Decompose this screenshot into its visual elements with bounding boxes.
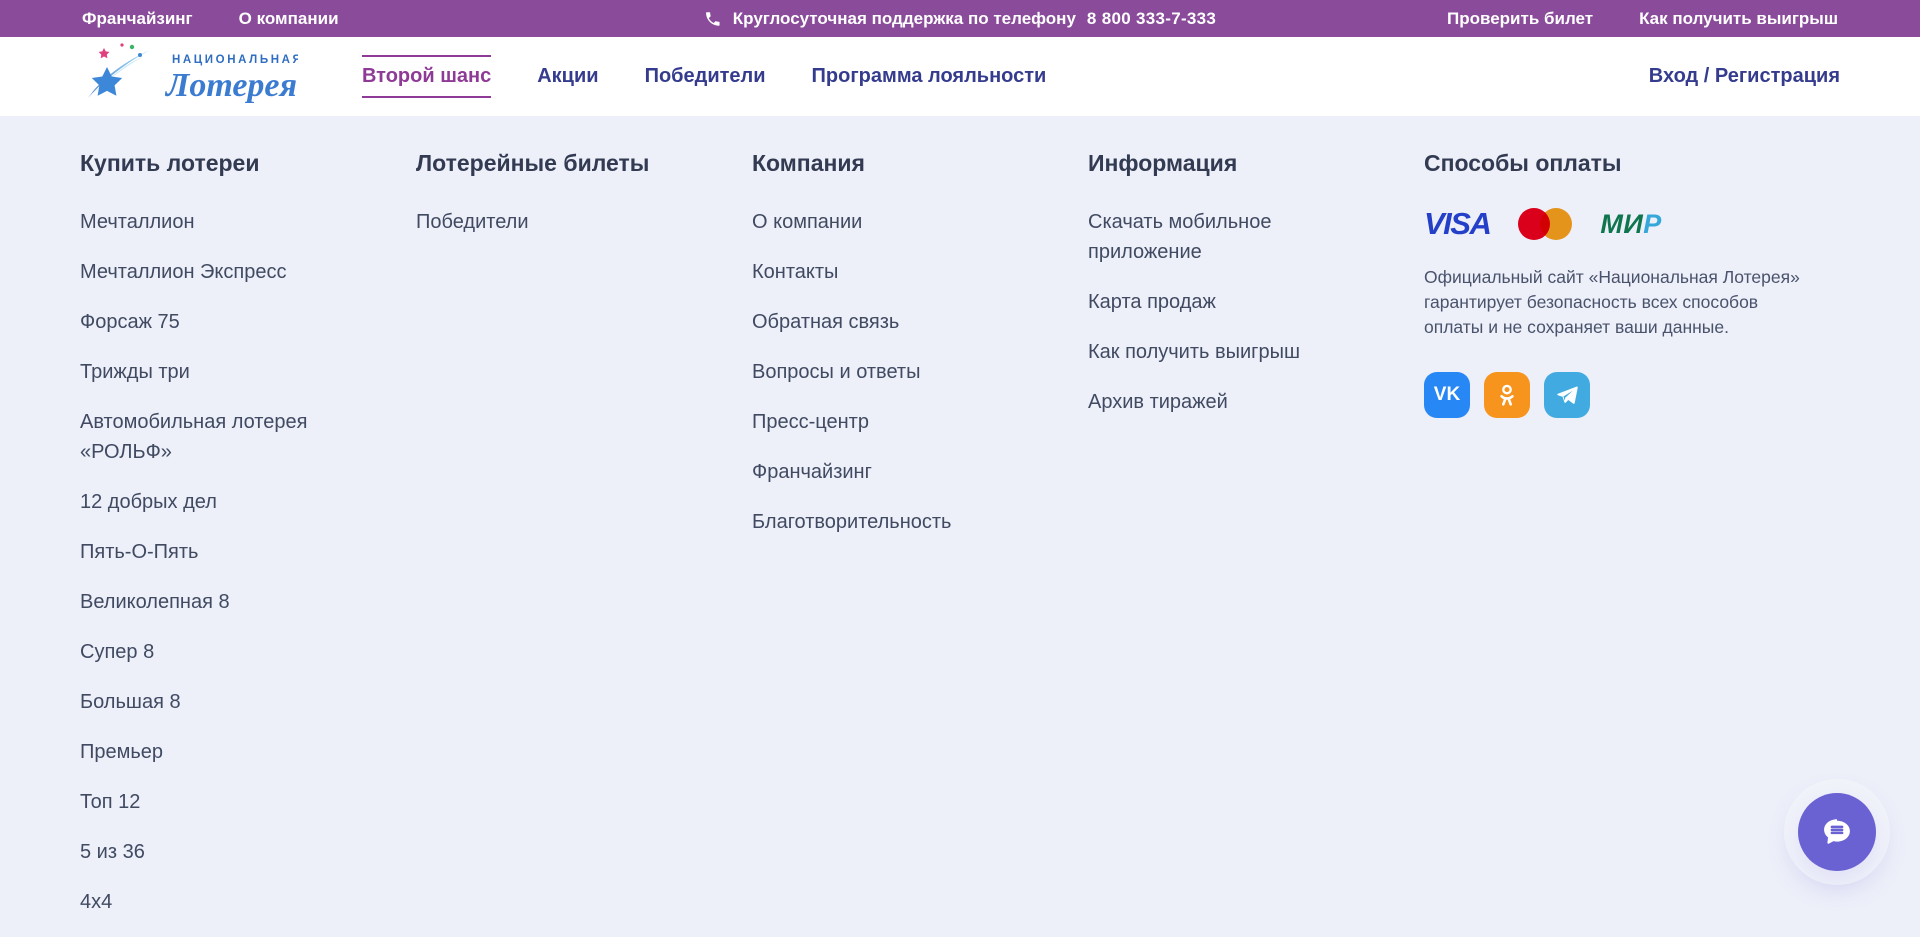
footer-column-buy: Купить лотереи Мечталлион Мечталлион Эксп… xyxy=(80,150,416,937)
nav-link[interactable]: Победители xyxy=(645,55,766,98)
chat-fab-button[interactable] xyxy=(1798,793,1876,871)
footer-link[interactable]: Скачать мобильное приложение xyxy=(1088,207,1380,267)
footer-link[interactable]: Обратная связь xyxy=(752,307,1044,337)
mastercard-logo xyxy=(1518,208,1572,240)
visa-logo: VISA xyxy=(1424,206,1490,242)
footer-link[interactable]: Франчайзинг xyxy=(752,457,1044,487)
phone-icon xyxy=(704,10,722,28)
logo-text-script: Лотерея xyxy=(164,67,297,104)
footer-link[interactable]: Трижды три xyxy=(80,357,372,387)
topbar-link[interactable]: Франчайзинг xyxy=(82,9,193,29)
login-register-link[interactable]: Вход / Регистрация xyxy=(1649,65,1840,88)
footer-link[interactable]: Вопросы и ответы xyxy=(752,357,1044,387)
footer-column-title: Купить лотереи xyxy=(80,150,416,177)
footer-mega-menu: Купить лотереи Мечталлион Мечталлион Эксп… xyxy=(0,116,1920,937)
vk-icon[interactable]: VK xyxy=(1424,372,1470,418)
chat-bubble-icon xyxy=(1819,814,1855,850)
footer-link[interactable]: Автомобильная лотерея «РОЛЬФ» xyxy=(80,407,372,467)
top-bar: Франчайзинг О компании Круглосуточная под… xyxy=(0,0,1920,37)
topbar-link[interactable]: Проверить билет xyxy=(1447,9,1593,29)
support-phone-number[interactable]: 8 800 333-7-333 xyxy=(1087,9,1216,29)
topbar-link[interactable]: О компании xyxy=(239,9,339,29)
footer-column-company: Компания О компании Контакты Обратная связ… xyxy=(752,150,1088,557)
support-block: Круглосуточная поддержка по телефону 8 8… xyxy=(704,9,1216,29)
footer-column-title: Информация xyxy=(1088,150,1424,177)
support-text: Круглосуточная поддержка по телефону xyxy=(733,9,1076,29)
footer-link[interactable]: Контакты xyxy=(752,257,1044,287)
footer-link[interactable]: Большая 8 xyxy=(80,687,372,717)
social-links: VK xyxy=(1424,372,1840,418)
topbar-left-links: Франчайзинг О компании xyxy=(82,9,339,29)
comet-icon xyxy=(88,43,150,98)
logo[interactable]: НАЦИОНАЛЬНАЯ Лотерея xyxy=(80,42,298,111)
footer-link[interactable]: Архив тиражей xyxy=(1088,387,1380,417)
site-header: НАЦИОНАЛЬНАЯ Лотерея Второй шанс Акции Поб… xyxy=(0,37,1920,116)
nav-link[interactable]: Программа лояльности xyxy=(812,55,1047,98)
footer-link[interactable]: Мечталлион xyxy=(80,207,372,237)
footer-link[interactable]: Как получить выигрыш xyxy=(1088,337,1380,367)
footer-link[interactable]: Пресс-центр xyxy=(752,407,1044,437)
footer-link[interactable]: Победители xyxy=(416,207,708,237)
footer-column-title: Лотерейные билеты xyxy=(416,150,752,177)
footer-link[interactable]: Пять-О-Пять xyxy=(80,537,372,567)
main-nav: Второй шанс Акции Победители Программа лоял… xyxy=(362,55,1046,98)
mir-logo: МИР xyxy=(1600,209,1661,240)
ok-icon[interactable] xyxy=(1484,372,1530,418)
footer-link[interactable]: Карта продаж xyxy=(1088,287,1380,317)
topbar-link[interactable]: Как получить выигрыш xyxy=(1639,9,1838,29)
payments-disclaimer: Официальный сайт «Национальная Лотерея» … xyxy=(1424,265,1806,340)
nav-link[interactable]: Второй шанс xyxy=(362,55,491,98)
payment-logos: VISA МИР xyxy=(1424,207,1840,241)
logo-text-top: НАЦИОНАЛЬНАЯ xyxy=(172,54,298,66)
footer-link[interactable]: Премьер xyxy=(80,737,372,767)
footer-link[interactable]: О компании xyxy=(752,207,1044,237)
footer-link[interactable]: Мечталлион Экспресс xyxy=(80,257,372,287)
payments-title: Способы оплаты xyxy=(1424,150,1840,177)
footer-column-title: Компания xyxy=(752,150,1088,177)
footer-link[interactable]: 5 из 36 xyxy=(80,837,372,867)
nav-link[interactable]: Акции xyxy=(537,55,598,98)
footer-column-tickets: Лотерейные билеты Победители xyxy=(416,150,752,257)
footer-link[interactable]: 12 добрых дел xyxy=(80,487,372,517)
footer-link[interactable]: Супер 8 xyxy=(80,637,372,667)
footer-column-payments: Способы оплаты VISA МИР Официальный сайт… xyxy=(1424,150,1840,418)
footer-column-info: Информация Скачать мобильное приложение К… xyxy=(1088,150,1424,437)
footer-link[interactable]: Благотворительность xyxy=(752,507,1044,537)
footer-link[interactable]: Форсаж 75 xyxy=(80,307,372,337)
footer-link[interactable]: Топ 12 xyxy=(80,787,372,817)
topbar-right-links: Проверить билет Как получить выигрыш xyxy=(1447,9,1838,29)
telegram-icon[interactable] xyxy=(1544,372,1590,418)
footer-link[interactable]: Великолепная 8 xyxy=(80,587,372,617)
